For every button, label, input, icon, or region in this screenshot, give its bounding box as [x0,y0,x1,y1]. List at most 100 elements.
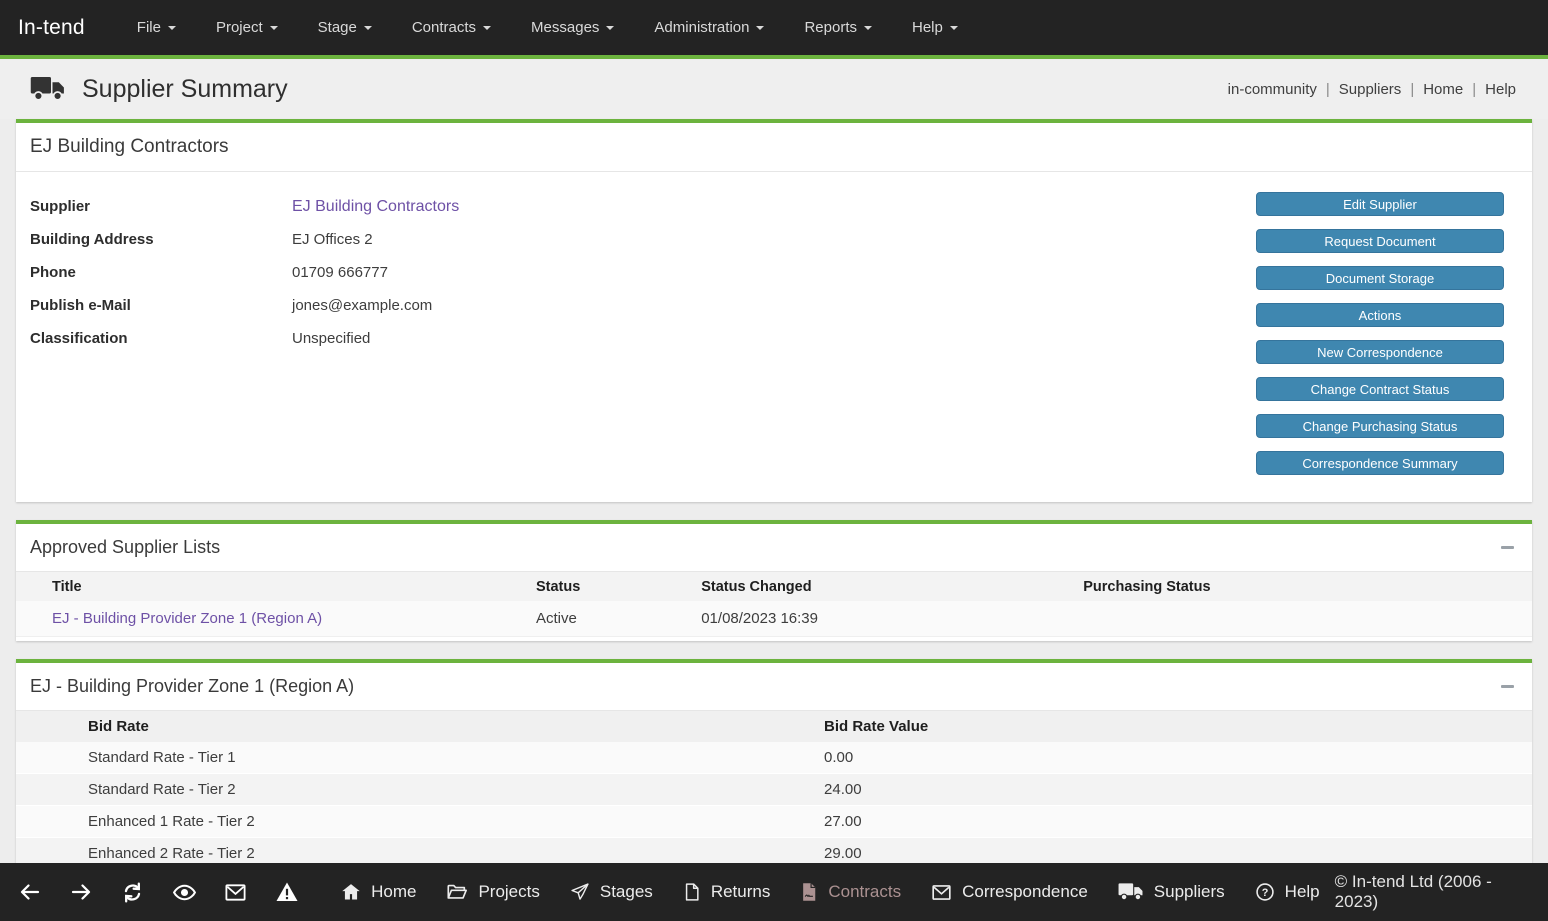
svg-text:?: ? [1261,887,1268,899]
field-publish-email: Publish e-Mail jones@example.com [30,289,1256,322]
footer-item-suppliers[interactable]: Suppliers [1103,863,1240,921]
approved-supplier-lists-table: Title Status Status Changed Purchasing S… [16,572,1532,637]
status-changed-value: 01/08/2023 16:39 [701,601,1083,636]
menu-label: Administration [654,19,749,36]
refresh-icon [121,881,144,904]
supplier-link[interactable]: EJ Building Contractors [292,198,459,216]
bid-rate-name: Enhanced 1 Rate - Tier 2 [16,806,824,838]
footer-item-label: Suppliers [1154,882,1225,902]
truck-icon [1118,882,1144,902]
menu-project[interactable]: Project [196,0,298,55]
refresh-button[interactable] [120,879,144,905]
back-button[interactable] [18,879,42,905]
correspondence-summary-button[interactable]: Correspondence Summary [1256,451,1504,475]
preview-button[interactable] [172,879,197,905]
bid-rates-panel: EJ - Building Provider Zone 1 (Region A)… [16,659,1532,877]
menu-label: Help [912,19,943,36]
menu-label: Contracts [412,19,476,36]
footer-item-stages[interactable]: Stages [555,863,668,921]
paper-plane-icon [570,882,590,902]
caret-down-icon [483,26,491,30]
approved-supplier-lists-panel: Approved Supplier Lists Title Status Sta… [16,520,1532,641]
top-nav-bar: In-tend File Project Stage Contracts Mes… [0,0,1548,55]
forward-button[interactable] [69,879,93,905]
contract-icon [800,882,818,902]
footer-item-label: Contracts [828,882,901,902]
bid-rates-heading-row: EJ - Building Provider Zone 1 (Region A) [16,663,1532,711]
table-row: Standard Rate - Tier 1 0.00 [16,742,1532,774]
mail-button[interactable] [224,879,248,905]
footer-item-returns[interactable]: Returns [668,863,786,921]
menu-help[interactable]: Help [892,0,978,55]
menu-contracts[interactable]: Contracts [392,0,511,55]
caret-down-icon [950,26,958,30]
field-label: Building Address [30,231,292,248]
change-contract-status-button[interactable]: Change Contract Status [1256,377,1504,401]
menu-file[interactable]: File [117,0,196,55]
bid-rate-name: Standard Rate - Tier 1 [16,742,824,774]
menu-messages[interactable]: Messages [511,0,634,55]
caret-down-icon [864,26,872,30]
supplier-actions: Edit Supplier Request Document Document … [1256,192,1504,475]
column-purchasing-status: Purchasing Status [1083,572,1532,601]
folder-open-icon [446,881,468,903]
back-icon [18,880,42,904]
footer-item-contracts[interactable]: Contracts [785,863,916,921]
approved-list-link[interactable]: EJ - Building Provider Zone 1 (Region A) [52,610,322,627]
collapse-icon[interactable] [1496,539,1518,557]
footer-item-projects[interactable]: Projects [431,863,554,921]
copyright-text: © In-tend Ltd (2006 - 2023) [1335,872,1530,912]
column-title: Title [16,572,536,601]
field-phone: Phone 01709 666777 [30,256,1256,289]
table-row: Enhanced 1 Rate - Tier 2 27.00 [16,806,1532,838]
main-menu: File Project Stage Contracts Messages Ad… [117,0,978,55]
alerts-button[interactable] [275,879,299,905]
table-row: Standard Rate - Tier 2 24.00 [16,774,1532,806]
crumb-suppliers[interactable]: Suppliers [1339,81,1402,98]
menu-administration[interactable]: Administration [634,0,784,55]
column-status-changed: Status Changed [701,572,1083,601]
request-document-button[interactable]: Request Document [1256,229,1504,253]
column-bid-rate: Bid Rate [16,711,824,742]
menu-label: Reports [804,19,857,36]
footer-item-label: Correspondence [962,882,1088,902]
crumb-in-community[interactable]: in-community [1228,81,1317,98]
menu-label: File [137,19,161,36]
footer-item-help[interactable]: ? Help [1240,863,1335,921]
new-correspondence-button[interactable]: New Correspondence [1256,340,1504,364]
edit-supplier-button[interactable]: Edit Supplier [1256,192,1504,216]
collapse-icon[interactable] [1496,677,1518,695]
purchasing-status-value [1083,601,1532,636]
envelope-icon [224,881,247,904]
field-value: EJ Offices 2 [292,231,373,248]
field-label: Publish e-Mail [30,297,292,314]
file-icon [683,882,701,902]
menu-stage[interactable]: Stage [298,0,392,55]
status-value: Active [536,601,701,636]
footer-item-label: Help [1285,882,1320,902]
change-purchasing-status-button[interactable]: Change Purchasing Status [1256,414,1504,438]
menu-reports[interactable]: Reports [784,0,892,55]
home-icon [341,882,361,902]
caret-down-icon [168,26,176,30]
document-storage-button[interactable]: Document Storage [1256,266,1504,290]
actions-button[interactable]: Actions [1256,303,1504,327]
footer-item-label: Projects [478,882,539,902]
crumb-separator: | [1326,81,1330,98]
approved-lists-heading: Approved Supplier Lists [30,537,220,558]
field-label: Supplier [30,198,292,215]
envelope-icon [931,882,952,903]
app-logo[interactable]: In-tend [18,16,85,40]
crumb-home[interactable]: Home [1423,81,1463,98]
bid-rates-heading: EJ - Building Provider Zone 1 (Region A) [30,676,354,697]
footer-item-correspondence[interactable]: Correspondence [916,863,1103,921]
page-title: Supplier Summary [82,75,288,104]
field-value: 01709 666777 [292,264,388,281]
crumb-help[interactable]: Help [1485,81,1516,98]
truck-icon [30,75,66,103]
crumb-separator: | [1472,81,1476,98]
footer-item-label: Home [371,882,416,902]
field-label: Phone [30,264,292,281]
menu-label: Messages [531,19,599,36]
footer-item-home[interactable]: Home [326,863,431,921]
